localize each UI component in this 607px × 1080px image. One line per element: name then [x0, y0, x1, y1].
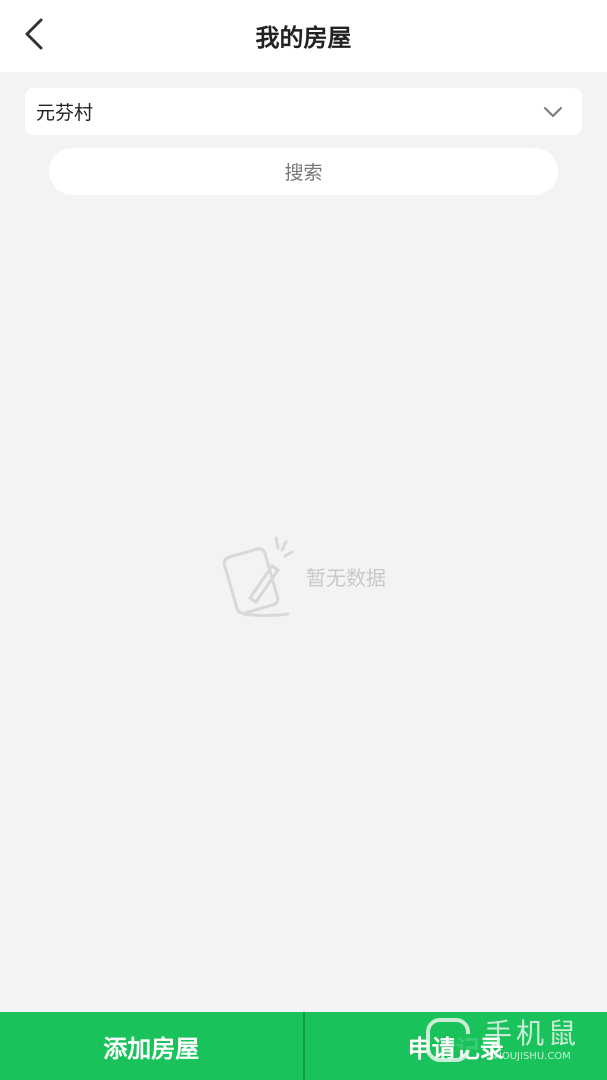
search-button[interactable]: 搜索	[49, 148, 558, 195]
page-title: 我的房屋	[255, 24, 352, 52]
chevron-down-icon	[544, 107, 562, 117]
bottom-action-bar: 添加房屋 申请记录	[0, 1012, 607, 1080]
application-records-button[interactable]: 申请记录	[304, 1012, 607, 1080]
add-house-button[interactable]: 添加房屋	[0, 1012, 303, 1080]
empty-state-text: 暂无数据	[306, 566, 386, 590]
village-select-value: 元芬村	[36, 102, 94, 124]
village-select[interactable]: 元芬村	[25, 88, 582, 135]
top-bar: 我的房屋	[0, 0, 607, 72]
empty-note-icon	[222, 536, 294, 617]
